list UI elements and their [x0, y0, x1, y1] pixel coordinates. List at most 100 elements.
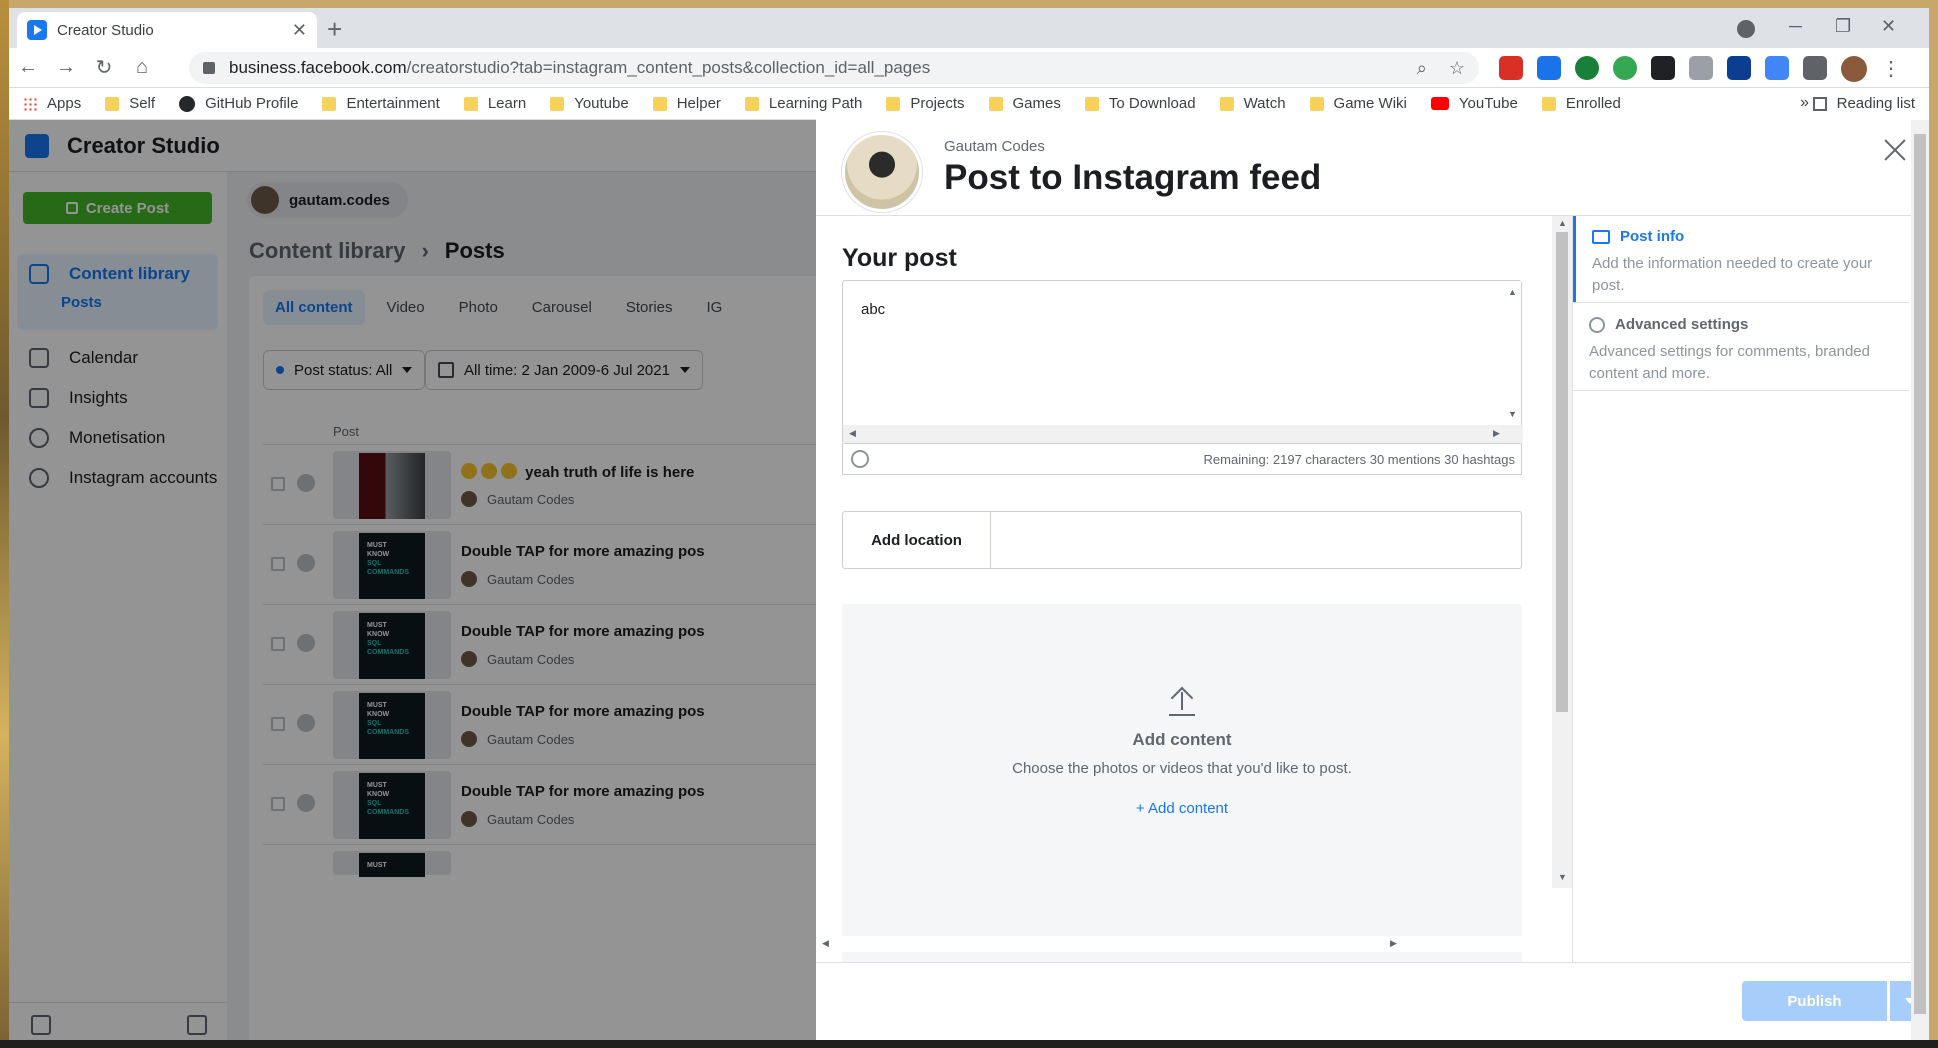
extension-icon[interactable]: [1613, 56, 1637, 80]
menu-dots-icon[interactable]: ⋮: [1881, 56, 1901, 82]
publish-button[interactable]: Publish: [1742, 981, 1887, 1021]
bookmark-github-profile[interactable]: GitHub Profile: [179, 95, 298, 112]
bookmark-self[interactable]: Self: [105, 95, 155, 112]
folder-icon: [105, 96, 120, 111]
bookmark-youtube-folder[interactable]: Youtube: [550, 95, 629, 112]
bookmark-entertainment[interactable]: Entertainment: [322, 95, 440, 112]
profile-avatar[interactable]: [1841, 56, 1867, 82]
url-host: business.facebook.com: [229, 58, 407, 77]
os-taskbar: [0, 1040, 1938, 1048]
tab-title: Creator Studio: [57, 21, 154, 39]
dialog-header: Gautam Codes Post to Instagram feed: [816, 112, 1929, 216]
window-close-icon[interactable]: ✕: [1881, 16, 1896, 37]
step-advanced-settings[interactable]: Advanced settings Advanced settings for …: [1573, 304, 1909, 390]
scroll-down-icon[interactable]: ▼: [1558, 872, 1567, 882]
step-title: Post info: [1592, 228, 1893, 245]
folder-icon: [886, 96, 901, 111]
folder-icon: [744, 96, 759, 111]
post-composer-dialog: Gautam Codes Post to Instagram feed Your…: [816, 112, 1929, 1040]
extensions-bar: ⋮: [1499, 56, 1901, 82]
zoom-icon[interactable]: ⌕: [1417, 58, 1427, 79]
add-content-link[interactable]: + Add content: [842, 800, 1522, 817]
bookmark-youtube[interactable]: YouTube: [1430, 95, 1518, 112]
extension-icon[interactable]: [1575, 56, 1599, 80]
more-bookmarks-button[interactable]: »: [1800, 94, 1809, 112]
bookmark-projects[interactable]: Projects: [886, 95, 965, 112]
caption-text: abc: [861, 301, 886, 318]
forward-icon[interactable]: →: [47, 56, 85, 79]
browser-toolbar: ← → ↻ ⌂ business.facebook.com/creatorstu…: [9, 48, 1929, 88]
add-content-title: Add content: [1132, 730, 1232, 749]
bookmark-helper[interactable]: Helper: [652, 95, 721, 112]
textarea-horizontal-scrollbar[interactable]: ◀ ▶: [843, 425, 1523, 443]
reload-icon[interactable]: ↻: [85, 55, 123, 80]
close-icon[interactable]: [1883, 138, 1907, 162]
page-vertical-scrollbar[interactable]: [1911, 120, 1929, 1048]
browser-tab[interactable]: Creator Studio ✕: [17, 12, 317, 48]
scroll-up-icon[interactable]: ▲: [1508, 287, 1517, 297]
reading-list-button[interactable]: Reading list: [1812, 95, 1915, 112]
scroll-right-icon[interactable]: ▶: [1390, 938, 1397, 949]
folder-icon: [652, 96, 667, 111]
add-content-dropzone[interactable]: Add content Choose the photos or videos …: [842, 604, 1522, 962]
folder-icon: [1541, 96, 1556, 111]
extension-icon[interactable]: [1689, 56, 1713, 80]
scroll-up-icon[interactable]: ▲: [1558, 218, 1567, 228]
puzzle-icon[interactable]: [1803, 56, 1827, 80]
folder-icon: [988, 96, 1003, 111]
extension-icon[interactable]: [1765, 56, 1789, 80]
caption-textarea[interactable]: abc ▲ ▼ ◀ ▶: [842, 280, 1523, 444]
emoji-picker-icon[interactable]: [851, 450, 869, 468]
step-description: Add the information needed to create you…: [1592, 255, 1873, 294]
composer-pane: Your post abc ▲ ▼ ◀ ▶ Remaining: 2197 ch…: [816, 216, 1556, 962]
scrollbar-thumb[interactable]: [1556, 232, 1568, 712]
url-path: /creatorstudio?tab=instagram_content_pos…: [406, 58, 931, 77]
github-icon: [179, 95, 196, 112]
account-name: Gautam Codes: [944, 138, 1045, 155]
account-avatar: [842, 132, 922, 212]
tab-close-icon[interactable]: ✕: [292, 20, 307, 41]
tab-strip: Creator Studio ✕ + ─ ❐ ✕: [9, 8, 1929, 48]
scrollbar-thumb[interactable]: [1914, 134, 1926, 1014]
scroll-left-icon[interactable]: ◀: [849, 428, 856, 439]
extension-icon[interactable]: [1499, 56, 1523, 80]
composer-vertical-scrollbar[interactable]: ▲ ▼: [1552, 216, 1572, 888]
address-bar[interactable]: business.facebook.com/creatorstudio?tab=…: [189, 52, 1479, 84]
bookmark-to-download[interactable]: To Download: [1084, 95, 1196, 112]
extension-icon[interactable]: [1727, 56, 1751, 80]
step-post-info[interactable]: Post info Add the information needed to …: [1573, 216, 1909, 302]
bookmark-game-wiki[interactable]: Game Wiki: [1309, 95, 1407, 112]
location-field[interactable]: Add location: [842, 511, 1522, 569]
step-title: Advanced settings: [1589, 316, 1893, 333]
creator-studio-favicon-icon: [27, 20, 47, 40]
bookmark-enrolled[interactable]: Enrolled: [1541, 95, 1621, 112]
bookmark-apps[interactable]: Apps: [23, 95, 81, 112]
folder-icon: [1219, 96, 1234, 111]
apps-grid-icon: [23, 96, 37, 111]
home-icon[interactable]: ⌂: [123, 56, 161, 79]
extension-icon[interactable]: [1537, 56, 1561, 80]
post-info-icon: [1592, 229, 1610, 244]
add-location-button[interactable]: Add location: [843, 512, 991, 568]
dialog-title: Post to Instagram feed: [944, 158, 1322, 197]
scroll-down-icon[interactable]: ▼: [1508, 409, 1517, 419]
new-tab-button[interactable]: +: [327, 14, 342, 45]
folder-icon: [322, 96, 337, 111]
scroll-left-icon[interactable]: ◀: [822, 938, 829, 949]
composer-horizontal-scrollbar[interactable]: ◀ ▶: [816, 936, 1556, 952]
lock-icon: [203, 62, 215, 74]
bookmark-games[interactable]: Games: [988, 95, 1061, 112]
textarea-vertical-scrollbar[interactable]: ▲ ▼: [1503, 281, 1521, 425]
folder-icon: [1309, 96, 1324, 111]
bookmark-learning-path[interactable]: Learning Path: [744, 95, 862, 112]
bookmark-learn[interactable]: Learn: [463, 95, 526, 112]
bookmark-star-icon[interactable]: ☆: [1449, 58, 1465, 79]
remaining-counter: Remaining: 2197 characters 30 mentions 3…: [1203, 452, 1515, 467]
extension-icon[interactable]: [1651, 56, 1675, 80]
bookmark-watch[interactable]: Watch: [1219, 95, 1286, 112]
back-icon[interactable]: ←: [9, 56, 47, 79]
profile-indicator-icon[interactable]: [1737, 20, 1755, 38]
scroll-right-icon[interactable]: ▶: [1493, 428, 1500, 439]
restore-icon[interactable]: ❐: [1835, 16, 1851, 37]
minimize-icon[interactable]: ─: [1789, 16, 1802, 37]
